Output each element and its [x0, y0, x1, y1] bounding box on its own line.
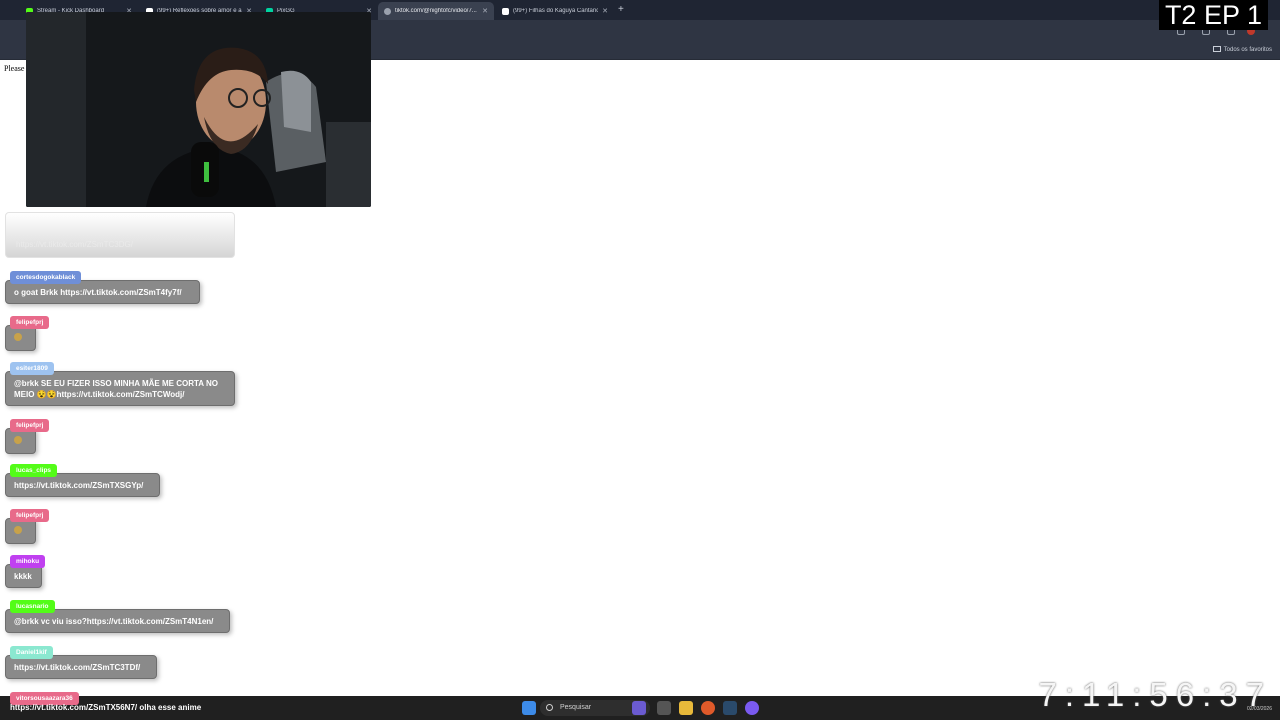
search-icon [546, 704, 553, 711]
chat-username: cortesdogokablack [10, 271, 82, 284]
episode-label: T2 EP 1 [1158, 0, 1268, 30]
task-view-icon[interactable] [657, 701, 671, 715]
chat-message: Daniel1kif https://vt.tiktok.com/ZSmTC3T… [5, 641, 157, 679]
chat-message: cortesdogokablack o goat Brkk https://vt… [5, 266, 200, 304]
chat-message: mihoku kkkk [5, 550, 46, 588]
chat-username: felipefprj [10, 316, 50, 329]
chat-message: lucasnario @brkk vc viu isso?https://vt.… [5, 595, 230, 633]
chat-username: lucas_clips [10, 464, 58, 477]
chat-message-last: https://vt.tiktok.com/ZSmTX56N7/ olha es… [10, 703, 202, 712]
chat-message: felipefprj [5, 311, 50, 351]
message-text: https://vt.tiktok.com/ZSmTC3DG/ [16, 240, 133, 249]
chat-message: lucas_clips https://vt.tiktok.com/ZSmTXS… [5, 459, 160, 497]
steam-icon[interactable] [723, 701, 737, 715]
tab-filhas-kaguya[interactable]: (99+) Filhas do Kaguya Cantand... ✕ [496, 2, 614, 20]
chat-message: felipefprj [5, 414, 50, 454]
emote-icon [14, 526, 22, 534]
widgets-icon[interactable] [632, 701, 646, 715]
all-bookmarks-label: Todos os favoritos [1223, 47, 1272, 53]
chat-message: esiter1809 @brkk SE EU FIZER ISSO MINHA … [5, 357, 235, 406]
tab-label: (99+) Filhas do Kaguya Cantand... [513, 8, 599, 14]
chat-username: felipefprj [10, 509, 50, 522]
new-tab-button[interactable]: + [618, 4, 624, 15]
chrome-icon[interactable] [701, 701, 715, 715]
stream-timer: 7:11:56:37 [1038, 676, 1272, 713]
chat-faded-message: https://vt.tiktok.com/ZSmTC3DG/ [5, 212, 235, 258]
globe-icon [384, 7, 391, 15]
webcam-feed [26, 12, 371, 207]
chat-username: Daniel1kif [10, 646, 53, 659]
emote-icon [14, 333, 22, 341]
emote-icon [14, 436, 22, 444]
folder-icon [1212, 46, 1221, 52]
tab-tiktok-video[interactable]: tiktok.com/@nightofc/video/7... ✕ [378, 2, 494, 20]
chat-username: mihoku [10, 555, 46, 568]
tab-label: tiktok.com/@nightofc/video/7... [395, 8, 477, 14]
chat-username: lucasnario [10, 600, 55, 613]
page-text: Please [4, 64, 25, 73]
close-icon[interactable]: ✕ [602, 7, 608, 15]
chat-username: esiter1809 [10, 362, 54, 375]
tiktok-icon [502, 7, 509, 15]
search-placeholder: Pesquisar [560, 704, 592, 711]
all-bookmarks-button[interactable]: Todos os favoritos [1212, 46, 1272, 53]
discord-icon[interactable] [745, 701, 759, 715]
chat-message: felipefprj [5, 504, 50, 544]
windows-start-icon[interactable] [522, 701, 536, 715]
webcam-image [26, 12, 371, 207]
file-explorer-icon[interactable] [679, 701, 693, 715]
chat-username: felipefprj [10, 419, 50, 432]
close-icon[interactable]: ✕ [482, 7, 488, 15]
message-text: @brkk SE EU FIZER ISSO MINHA MÃE ME CORT… [5, 371, 235, 406]
